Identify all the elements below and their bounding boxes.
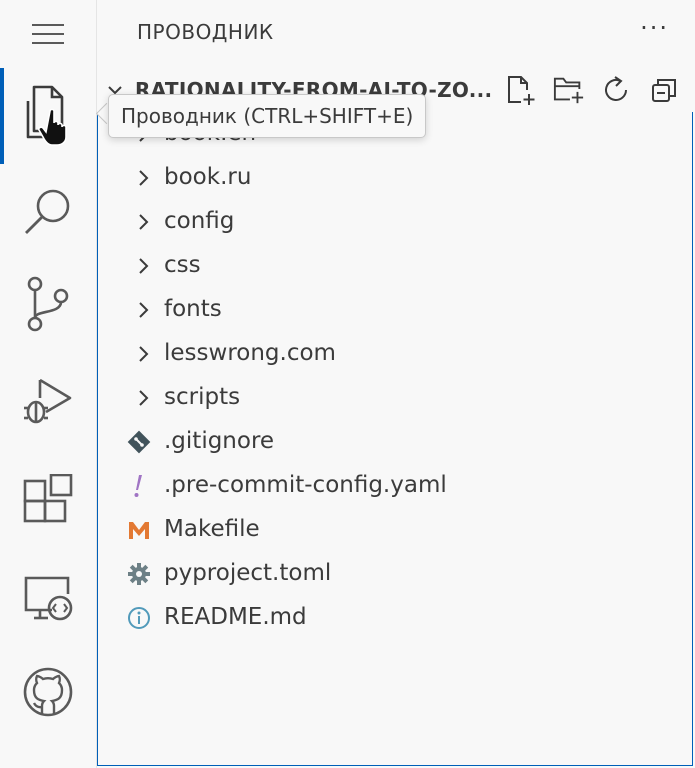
tree-folder[interactable]: css — [97, 244, 695, 288]
settings-gear-icon — [125, 560, 153, 588]
collapse-all-button[interactable] — [649, 74, 681, 106]
source-control-icon — [27, 276, 69, 332]
tree-item-label: lesswrong.com — [164, 340, 336, 366]
tree-folder[interactable]: lesswrong.com — [97, 332, 695, 376]
new-file-button[interactable] — [505, 74, 537, 106]
github-icon — [23, 667, 73, 717]
tree-file[interactable]: Makefile — [97, 508, 695, 552]
new-folder-icon — [553, 77, 584, 104]
github-button[interactable] — [0, 644, 96, 740]
menu-icon — [32, 24, 64, 44]
git-icon — [125, 428, 153, 456]
search-button[interactable] — [0, 164, 96, 260]
extensions-button[interactable] — [0, 452, 96, 548]
explorer-button[interactable] — [0, 68, 96, 164]
tree-file[interactable]: .pre-commit-config.yaml — [97, 464, 695, 508]
remote-explorer-button[interactable] — [0, 550, 96, 646]
tree-item-label: .gitignore — [164, 428, 275, 454]
refresh-button[interactable] — [601, 74, 633, 106]
info-icon — [125, 604, 153, 632]
tree-item-label: Makefile — [164, 516, 260, 542]
chevron-right-icon — [139, 390, 149, 406]
tree-item-label: pyproject.toml — [164, 560, 332, 586]
activity-bar — [0, 0, 97, 768]
run-debug-icon — [24, 378, 72, 424]
tree-item-label: config — [164, 208, 235, 234]
remote-explorer-icon — [24, 576, 73, 621]
new-folder-button[interactable] — [553, 74, 585, 106]
tree-folder[interactable]: book.ru — [97, 156, 695, 200]
tree-file[interactable]: .gitignore — [97, 420, 695, 464]
chevron-right-icon — [139, 302, 149, 318]
explorer-tooltip: Проводник (CTRL+SHIFT+E) — [108, 94, 427, 138]
tree-item-label: README.md — [164, 604, 307, 630]
yaml-icon — [125, 472, 153, 500]
makefile-icon — [125, 516, 153, 544]
tree-item-label: .pre-commit-config.yaml — [164, 472, 447, 498]
chevron-right-icon — [139, 346, 149, 362]
more-actions-button[interactable]: ··· — [640, 16, 669, 40]
new-file-icon — [508, 76, 535, 105]
tree-folder[interactable]: scripts — [97, 376, 695, 420]
tree-folder[interactable]: config — [97, 200, 695, 244]
refresh-icon — [605, 76, 627, 101]
tree-folder[interactable]: fonts — [97, 288, 695, 332]
run-debug-button[interactable] — [0, 352, 96, 448]
explorer-icon — [26, 85, 67, 146]
tree-item-label: css — [164, 252, 201, 278]
sidebar-title: ПРОВОДНИК — [137, 20, 274, 44]
tree-item-label: book.ru — [164, 164, 252, 190]
source-control-button[interactable] — [0, 256, 96, 352]
extensions-icon — [23, 474, 73, 523]
tree-item-label: scripts — [164, 384, 241, 410]
section-actions — [505, 74, 681, 106]
tree-file[interactable]: pyproject.toml — [97, 552, 695, 596]
chevron-right-icon — [139, 214, 149, 230]
search-icon — [25, 189, 70, 234]
collapse-all-icon — [652, 79, 676, 102]
chevron-right-icon — [139, 258, 149, 274]
tree-file[interactable]: README.md — [97, 596, 695, 640]
chevron-right-icon — [139, 170, 149, 186]
tree-item-label: fonts — [164, 296, 222, 322]
